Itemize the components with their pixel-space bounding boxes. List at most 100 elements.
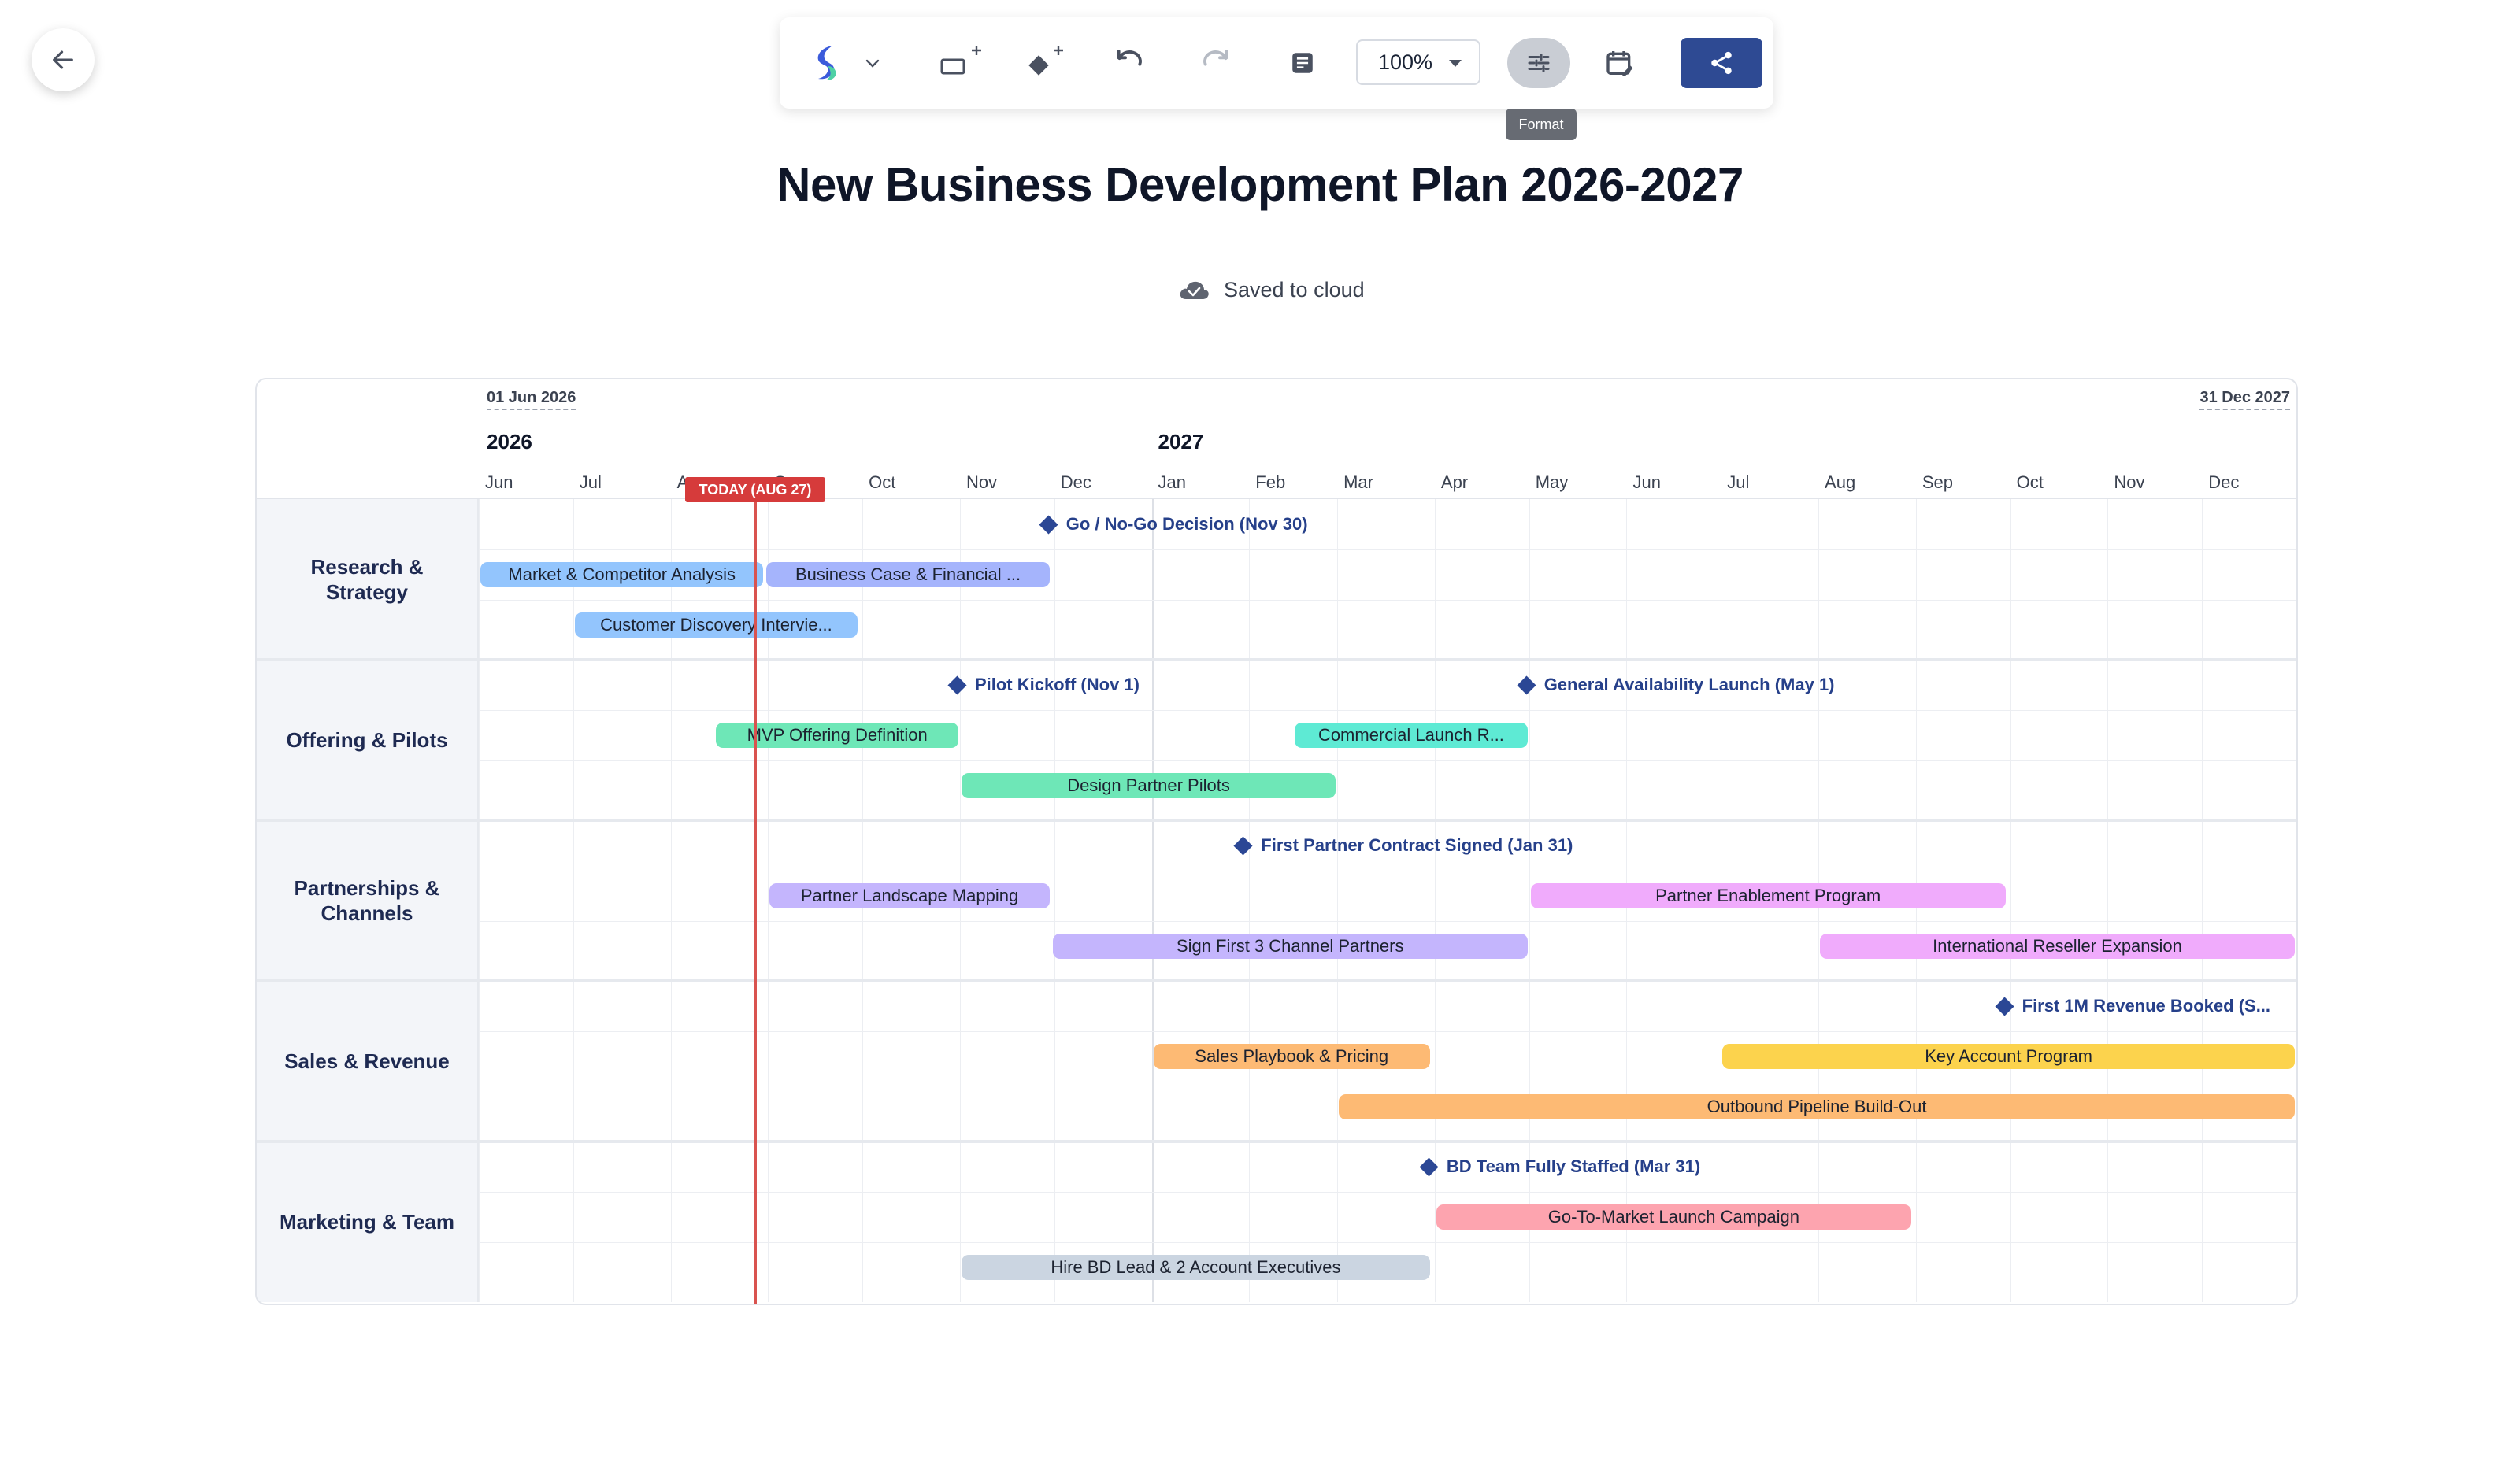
task-bar[interactable]: MVP Offering Definition (716, 723, 958, 748)
notes-icon (1292, 53, 1313, 73)
month-gridline (2107, 499, 2109, 1302)
timeline-end-date[interactable]: 31 Dec 2027 (2199, 389, 2290, 410)
page-title[interactable]: New Business Development Plan 2026-2027 (0, 157, 2520, 212)
task-bar[interactable]: Market & Competitor Analysis (480, 562, 764, 587)
share-button[interactable] (1681, 38, 1762, 88)
cloud-check-icon (1180, 281, 1209, 299)
task-bar[interactable]: International Reseller Expansion (1820, 934, 2295, 959)
redo-button[interactable] (1192, 35, 1240, 91)
month-gridline (1151, 499, 1154, 1302)
month-label: Nov (965, 472, 998, 492)
month-label: Dec (2208, 472, 2240, 492)
month-label: Jul (579, 472, 602, 492)
month-label: Jun (1632, 472, 1661, 492)
add-task-icon (940, 46, 981, 75)
calendar-button[interactable] (1592, 35, 1647, 91)
group-label[interactable]: Research & Strategy (257, 499, 479, 660)
caret-down-icon (1449, 60, 1462, 67)
milestone-label: BD Team Fully Staffed (Mar 31) (1446, 1156, 1701, 1176)
toolbar: 100% (780, 17, 1773, 109)
month-gridline (1337, 499, 1339, 1302)
task-bar[interactable]: Partner Landscape Mapping (769, 883, 1050, 908)
notes-button[interactable] (1279, 35, 1326, 91)
milestone[interactable]: General Availability Launch (May 1) (1517, 669, 1835, 701)
undo-icon (1117, 50, 1142, 66)
today-marker[interactable]: TODAY (AUG 27) (685, 477, 825, 502)
task-bar[interactable]: Sales Playbook & Pricing (1153, 1044, 1430, 1069)
group-label[interactable]: Marketing & Team (257, 1141, 479, 1302)
task-bar[interactable]: Partner Enablement Program (1530, 883, 2006, 908)
milestone-label: General Availability Launch (May 1) (1544, 675, 1835, 694)
zoom-select[interactable]: 100% (1356, 39, 1480, 85)
row-divider (479, 710, 2296, 711)
month-label: Oct (2016, 472, 2044, 492)
arrow-left-icon (53, 50, 73, 69)
share-icon (1711, 51, 1732, 75)
milestone[interactable]: Pilot Kickoff (Nov 1) (947, 669, 1140, 701)
add-milestone-icon (1028, 46, 1063, 76)
milestone-label: First 1M Revenue Booked (S... (2022, 996, 2271, 1016)
app-logo-button[interactable] (803, 35, 850, 91)
task-bar[interactable]: Commercial Launch R... (1295, 723, 1528, 748)
task-bar[interactable]: Sign First 3 Channel Partners (1052, 934, 1528, 959)
group-label[interactable]: Offering & Pilots (257, 660, 479, 820)
year-label: 2026 (487, 430, 532, 453)
group-divider (257, 979, 2296, 982)
task-bar[interactable]: Go-To-Market Launch Campaign (1436, 1204, 1911, 1230)
gantt-chart: 01 Jun 2026 31 Dec 2027 2026 2027 Jun Jul A… (255, 378, 2298, 1305)
format-button[interactable] (1507, 38, 1570, 88)
month-label: Mar (1343, 472, 1373, 492)
month-label: May (1535, 472, 1569, 492)
month-gridline (2202, 499, 2203, 1302)
milestone[interactable]: BD Team Fully Staffed (Mar 31) (1419, 1151, 1701, 1182)
chevron-down-icon (865, 59, 880, 68)
milestone[interactable]: First Partner Contract Signed (Jan 31) (1233, 830, 1573, 861)
format-sliders-icon (1528, 54, 1550, 72)
undo-button[interactable] (1106, 35, 1153, 91)
add-milestone-button[interactable] (1021, 35, 1079, 91)
month-label: Jun (485, 472, 513, 492)
milestone-diamond-icon (1517, 675, 1536, 695)
today-line (754, 477, 757, 1304)
group-divider (257, 658, 2296, 661)
month-label: Nov (2114, 472, 2145, 492)
milestone-label: Pilot Kickoff (Nov 1) (974, 675, 1140, 694)
month-label: Jul (1727, 472, 1750, 492)
row-divider (479, 921, 2296, 922)
app-logo-icon (817, 46, 836, 80)
task-bar[interactable]: Business Case & Financial ... (766, 562, 1050, 587)
milestone-label: First Partner Contract Signed (Jan 31) (1261, 835, 1573, 855)
milestone-diamond-icon (1995, 996, 2014, 1016)
month-label: Feb (1255, 472, 1286, 492)
month-label: Apr (1440, 472, 1469, 492)
month-gridline (1249, 499, 1251, 1302)
milestone-diamond-icon (1233, 835, 1253, 856)
logo-menu-button[interactable] (857, 35, 888, 91)
redo-icon (1203, 50, 1228, 66)
row-divider (479, 1031, 2296, 1032)
month-gridline (1054, 499, 1055, 1302)
format-tooltip: Format (1506, 109, 1577, 140)
add-task-button[interactable] (934, 35, 992, 91)
milestone-diamond-icon (1419, 1156, 1439, 1177)
month-label: Dec (1060, 472, 1091, 492)
task-bar[interactable]: Outbound Pipeline Build-Out (1339, 1094, 2295, 1119)
group-label[interactable]: Sales & Revenue (257, 981, 479, 1141)
milestone[interactable]: Go / No-Go Decision (Nov 30) (1039, 509, 1308, 540)
month-gridline (2010, 499, 2011, 1302)
save-status-text: Saved to cloud (1224, 277, 1365, 302)
save-status: Saved to cloud (1178, 274, 1365, 305)
row-divider (479, 549, 2296, 550)
task-bar[interactable]: Design Partner Pilots (961, 773, 1336, 798)
milestone-label: Go / No-Go Decision (Nov 30) (1065, 514, 1308, 534)
year-label: 2027 (1158, 430, 1204, 453)
back-button[interactable] (32, 28, 94, 91)
task-bar[interactable]: Customer Discovery Intervie... (574, 612, 858, 638)
milestone-diamond-icon (947, 675, 967, 695)
timeline-start-date[interactable]: 01 Jun 2026 (487, 389, 576, 410)
zoom-value: 100% (1378, 50, 1433, 74)
task-bar[interactable]: Key Account Program (1722, 1044, 2295, 1069)
milestone[interactable]: First 1M Revenue Booked (S... (1995, 990, 2271, 1022)
task-bar[interactable]: Hire BD Lead & 2 Account Executives (961, 1255, 1430, 1280)
group-label[interactable]: Partnerships & Channels (257, 820, 479, 981)
